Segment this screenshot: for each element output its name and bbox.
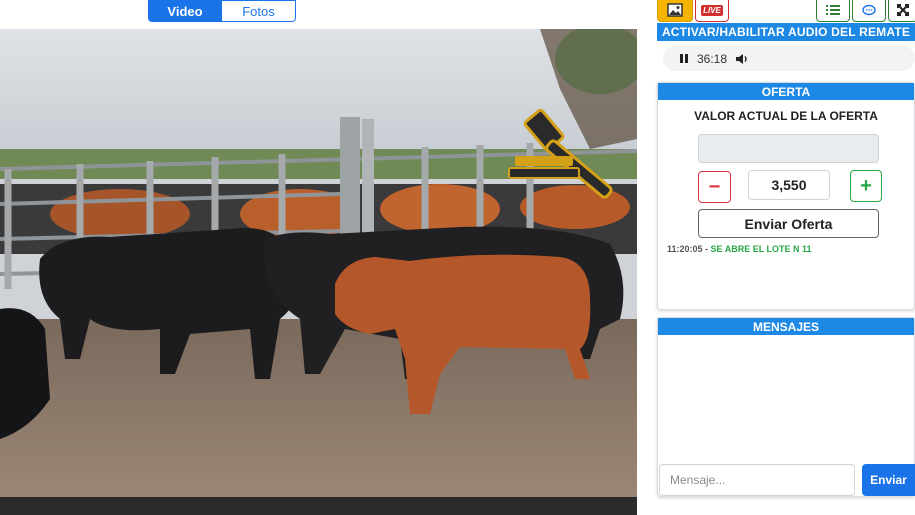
message-input[interactable]: Mensaje...	[659, 464, 855, 496]
chat-icon	[862, 4, 876, 15]
video-frame-cattle	[0, 29, 637, 497]
audio-time: 36:18	[697, 51, 728, 66]
list-button[interactable]	[816, 0, 850, 22]
video-player[interactable]	[0, 29, 637, 497]
top-toolbar: LIVE	[657, 0, 915, 22]
volume-icon[interactable]	[735, 53, 749, 65]
send-message-button[interactable]: Enviar	[862, 464, 915, 496]
audio-header[interactable]: ACTIVAR/HABILITAR AUDIO DEL REMATE	[657, 23, 915, 41]
log-separator: -	[702, 244, 711, 254]
oferta-amount-input[interactable]: 3,550	[748, 170, 830, 200]
chat-button[interactable]	[852, 0, 886, 22]
pause-icon[interactable]	[679, 53, 689, 64]
image-icon	[667, 3, 683, 17]
valor-title: VALOR ACTUAL DE LA OFERTA	[694, 109, 878, 123]
tab-fotos[interactable]: Fotos	[222, 0, 296, 22]
tab-video[interactable]: Video	[148, 0, 222, 22]
log-time: 11:20:05	[667, 244, 703, 254]
audio-player[interactable]: 36:18	[663, 46, 915, 71]
log-message: SE ABRE EL LOTE N 11	[710, 244, 812, 254]
decrease-button[interactable]: −	[698, 171, 731, 203]
oferta-header: OFERTA	[658, 83, 914, 100]
valor-actual-field	[698, 134, 879, 163]
media-tabs: Video Fotos	[148, 0, 296, 22]
expand-icon	[897, 4, 909, 16]
enviar-oferta-button[interactable]: Enviar Oferta	[698, 209, 879, 238]
live-button[interactable]: LIVE	[695, 0, 729, 22]
increase-button[interactable]: +	[850, 170, 882, 202]
mensajes-header: MENSAJES	[658, 318, 914, 335]
oferta-panel: OFERTA VALOR ACTUAL DE LA OFERTA − 3,550…	[657, 82, 915, 310]
log-entry: 11:20:05 - SE ABRE EL LOTE N 11	[667, 244, 812, 254]
image-button[interactable]	[657, 0, 693, 22]
fullscreen-button[interactable]	[888, 0, 915, 22]
video-control-bar[interactable]	[0, 497, 637, 515]
list-icon	[826, 5, 840, 15]
live-icon: LIVE	[701, 4, 723, 16]
